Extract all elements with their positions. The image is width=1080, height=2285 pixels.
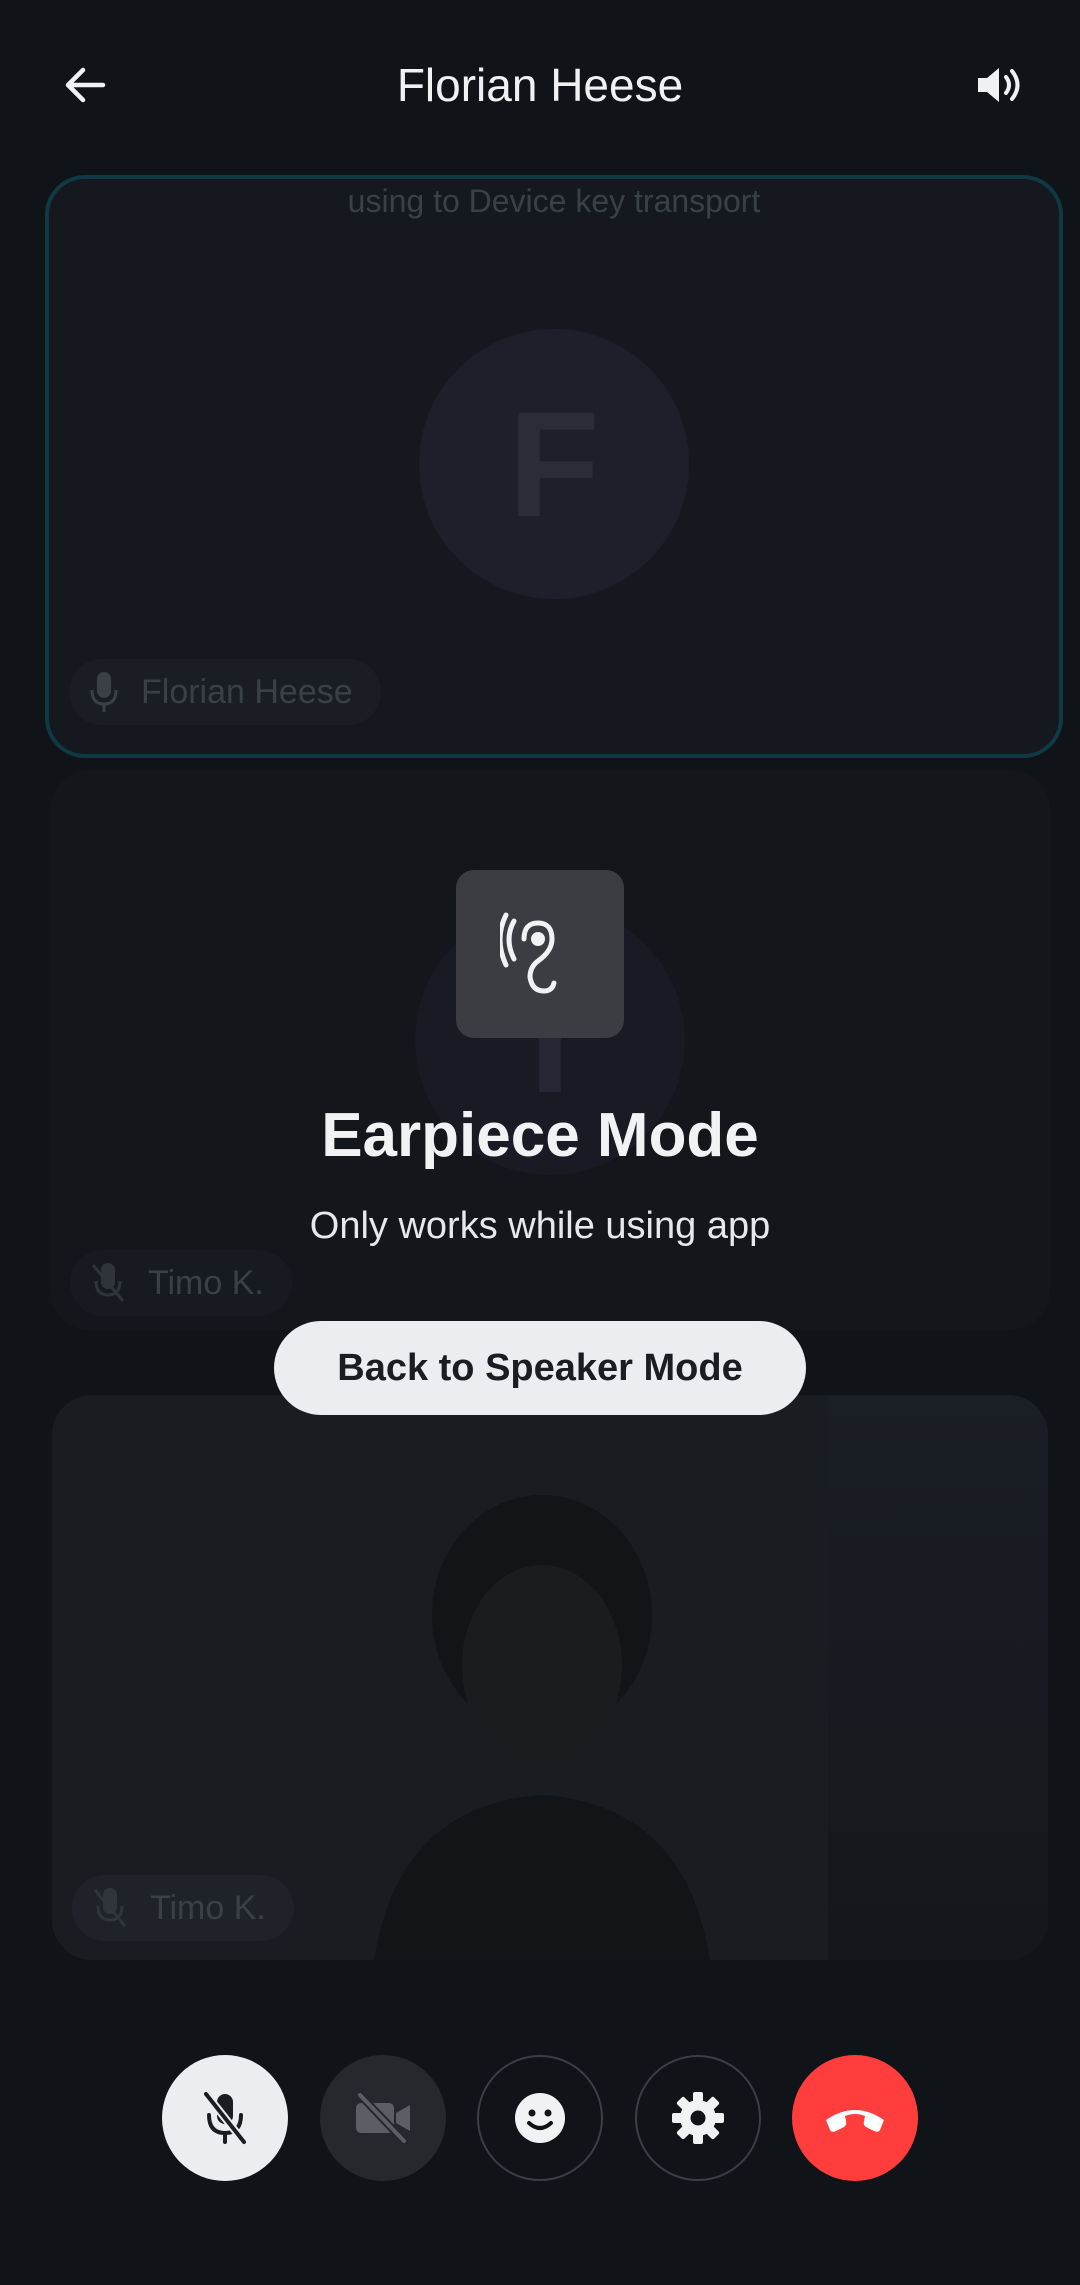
avatar: F	[419, 329, 689, 599]
participant-name-badge: Florian Heese	[69, 659, 381, 725]
participant-name-badge: Timo K.	[72, 1875, 294, 1941]
ear-icon	[500, 912, 557, 994]
smiley-icon	[515, 2093, 565, 2143]
participant-video-tile[interactable]: Timo K.	[52, 1395, 1048, 1960]
speaker-volume-icon	[978, 68, 1020, 102]
microphone-muted-icon	[202, 2091, 248, 2145]
reaction-button[interactable]	[477, 2055, 603, 2181]
participant-video	[374, 1495, 710, 1960]
microphone-muted-icon	[93, 1888, 127, 1927]
speaker-button[interactable]	[965, 55, 1035, 115]
settings-button[interactable]	[635, 2055, 761, 2181]
video-off-icon	[356, 2093, 410, 2143]
end-call-icon	[826, 2110, 884, 2132]
gear-icon	[672, 2092, 724, 2144]
encryption-banner: using to Device key transport	[347, 183, 761, 219]
back-to-speaker-button[interactable]: Back to Speaker Mode	[274, 1321, 806, 1415]
background-decor	[828, 1395, 1048, 1960]
ear-icon-container	[456, 870, 624, 1038]
call-header: Florian Heese	[0, 0, 1080, 170]
earpiece-mode-subtitle: Only works while using app	[309, 1205, 771, 1247]
microphone-icon	[90, 672, 118, 712]
video-toggle-button[interactable]	[320, 2055, 446, 2181]
participant-name: Florian Heese	[141, 672, 353, 711]
earpiece-mode-overlay: Earpiece Mode Only works while using app…	[0, 860, 1080, 1420]
page-title: Florian Heese	[396, 59, 684, 111]
end-call-button[interactable]	[792, 2055, 918, 2181]
participant-name: Timo K.	[150, 1888, 266, 1927]
mute-button[interactable]	[162, 2055, 288, 2181]
participant-tile[interactable]: using to Device key transport F Florian …	[45, 175, 1063, 758]
earpiece-mode-title: Earpiece Mode	[321, 1101, 759, 1170]
call-controls	[0, 2055, 1080, 2181]
